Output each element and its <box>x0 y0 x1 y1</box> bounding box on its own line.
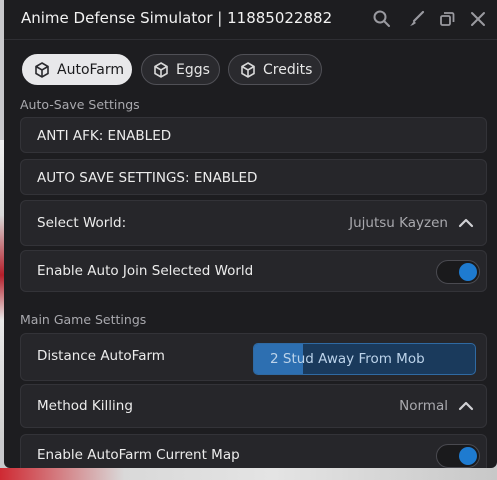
method-killing-value: Normal <box>399 398 448 414</box>
search-icon[interactable] <box>372 9 392 29</box>
distance-autofarm-row: Distance AutoFarm 2 Stud Away From Mob <box>20 333 487 381</box>
select-world-label: Select World: <box>37 215 127 231</box>
anti-afk-row: ANTI AFK: ENABLED <box>20 117 487 153</box>
autofarm-current-map-row: Enable AutoFarm Current Map <box>20 434 487 468</box>
auto-save-label: AUTO SAVE SETTINGS: ENABLED <box>37 170 258 186</box>
tab-eggs-label: Eggs <box>176 61 210 78</box>
distance-autofarm-label: Distance AutoFarm <box>37 348 165 364</box>
window-title: Anime Defense Simulator | 11885022882 <box>21 9 333 27</box>
tab-autofarm-label: AutoFarm <box>57 61 124 78</box>
anti-afk-label: ANTI AFK: ENABLED <box>37 128 172 144</box>
chevron-up-icon[interactable] <box>458 399 474 413</box>
tab-eggs[interactable]: Eggs <box>141 54 220 85</box>
section-auto-save-settings: Auto-Save Settings <box>20 97 140 112</box>
toggle-knob <box>459 447 477 465</box>
background-scene-bottom <box>0 468 497 480</box>
auto-join-toggle[interactable] <box>436 260 480 284</box>
box-icon <box>241 61 255 78</box>
tab-credits-label: Credits <box>263 61 313 78</box>
distance-slider[interactable]: 2 Stud Away From Mob <box>253 343 476 375</box>
close-icon[interactable] <box>468 9 488 29</box>
toggle-knob <box>459 263 477 281</box>
title-bar[interactable]: Anime Defense Simulator | 11885022882 <box>4 0 497 40</box>
autofarm-current-map-toggle[interactable] <box>436 444 480 468</box>
method-killing-dropdown[interactable]: Method Killing Normal <box>20 384 487 428</box>
chevron-up-icon[interactable] <box>458 216 474 230</box>
tab-autofarm[interactable]: AutoFarm <box>22 54 132 85</box>
box-icon <box>154 61 168 78</box>
autofarm-current-map-label: Enable AutoFarm Current Map <box>37 447 240 463</box>
tab-credits[interactable]: Credits <box>228 54 322 85</box>
distance-slider-value: 2 Stud Away From Mob <box>270 351 425 367</box>
method-killing-label: Method Killing <box>37 398 133 414</box>
script-window: Anime Defense Simulator | 11885022882 Au… <box>4 0 497 468</box>
section-main-game-settings: Main Game Settings <box>20 312 147 327</box>
auto-join-row: Enable Auto Join Selected World <box>20 250 487 292</box>
box-icon <box>35 61 49 78</box>
brush-icon[interactable] <box>407 9 427 29</box>
auto-save-row: AUTO SAVE SETTINGS: ENABLED <box>20 159 487 195</box>
auto-join-label: Enable Auto Join Selected World <box>37 263 254 279</box>
select-world-value: Jujutsu Kayzen <box>349 215 448 231</box>
restore-icon[interactable] <box>437 9 457 29</box>
select-world-dropdown[interactable]: Select World: Jujutsu Kayzen <box>20 200 487 246</box>
